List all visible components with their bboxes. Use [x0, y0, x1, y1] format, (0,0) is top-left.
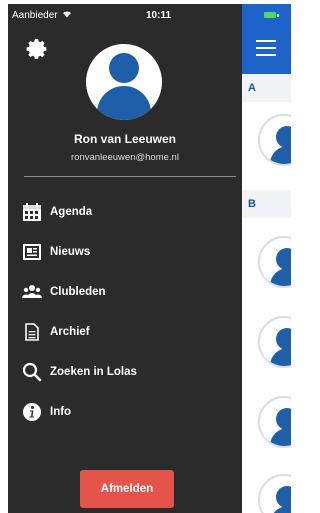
search-icon	[22, 362, 42, 382]
calendar-icon	[22, 202, 42, 222]
menu-item-archief[interactable]: Archief	[22, 312, 232, 352]
menu-item-label: Archief	[50, 326, 90, 338]
contact-avatar[interactable]	[258, 396, 291, 448]
menu-item-label: Info	[50, 406, 72, 418]
app-frame: A B Aanbieder 10:11 Ron van Leeuwen ronv…	[8, 4, 291, 513]
gear-icon[interactable]	[26, 38, 48, 60]
carrier-label: Aanbieder	[12, 10, 58, 21]
menu-item-label: Clubleden	[50, 286, 106, 298]
status-bar: Aanbieder	[12, 10, 72, 21]
battery-icon	[264, 12, 276, 18]
menu-item-zoeken[interactable]: Zoeken in Lolas	[22, 352, 232, 392]
divider	[24, 176, 236, 177]
menu-item-nieuws[interactable]: Nieuws	[22, 232, 232, 272]
menu-item-agenda[interactable]: Agenda	[22, 192, 232, 232]
section-header-b: B	[242, 190, 291, 218]
menu-item-clubleden[interactable]: Clubleden	[22, 272, 232, 312]
info-icon	[22, 402, 42, 422]
background-header	[242, 4, 291, 74]
contact-avatar[interactable]	[258, 316, 291, 368]
members-icon	[22, 282, 42, 302]
menu-item-label: Nieuws	[50, 246, 91, 258]
navigation-drawer: Aanbieder 10:11 Ron van Leeuwen ronvanle…	[8, 4, 242, 513]
newspaper-icon	[22, 242, 42, 262]
section-header-a: A	[242, 74, 291, 102]
contact-avatar[interactable]	[258, 236, 291, 288]
profile-avatar[interactable]	[86, 44, 162, 120]
hamburger-menu-icon[interactable]	[256, 40, 276, 61]
status-time: 10:11	[146, 10, 172, 21]
document-icon	[22, 322, 42, 342]
drawer-menu: Agenda Nieuws Clubleden Archief Zoeken i…	[22, 192, 232, 432]
profile-email: ronvanleeuwen@home.nl	[71, 152, 179, 163]
contact-avatar[interactable]	[258, 114, 291, 166]
wifi-icon	[62, 10, 72, 21]
contact-avatar[interactable]	[258, 474, 291, 513]
background-app: A B	[242, 4, 291, 513]
menu-item-info[interactable]: Info	[22, 392, 232, 432]
profile-name: Ron van Leeuwen	[73, 132, 177, 146]
menu-item-label: Zoeken in Lolas	[50, 366, 137, 378]
menu-item-label: Agenda	[50, 206, 93, 218]
logout-button[interactable]: Afmelden	[80, 470, 174, 508]
